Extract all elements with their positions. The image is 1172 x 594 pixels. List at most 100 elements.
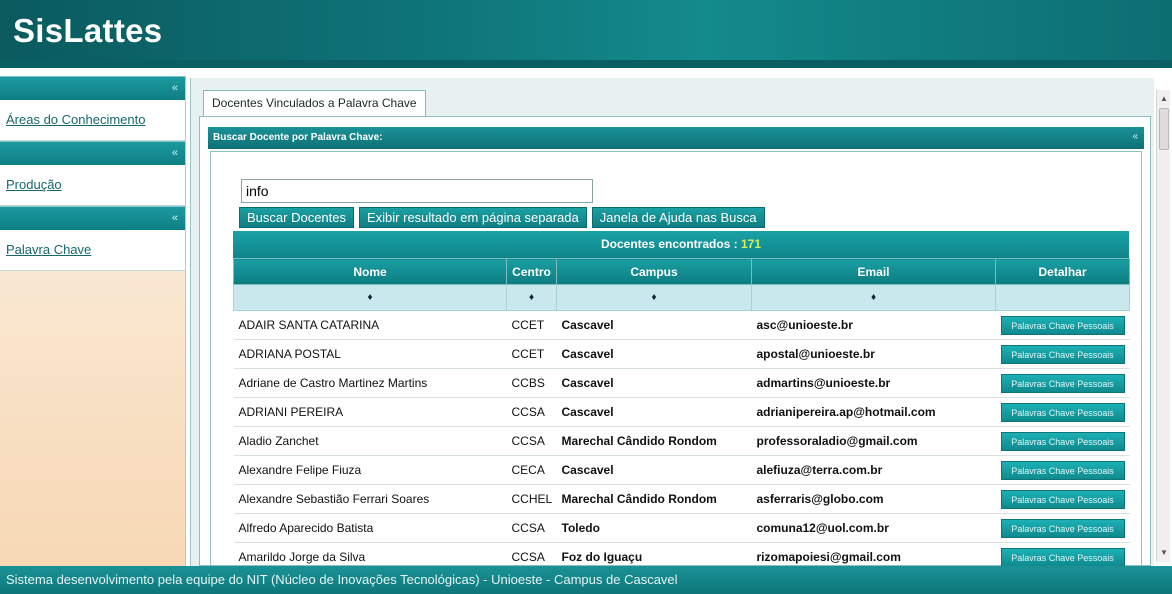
table-row: Alexandre Felipe Fiuza CECA Cascavel alefiu…	[233, 455, 1130, 485]
sort-campus-icon[interactable]: ♦	[556, 284, 752, 311]
cell-detalhar: Palavras Chave Pessoais	[995, 484, 1130, 514]
cell-email: asferraris@globo.com	[751, 484, 996, 514]
cell-campus: Cascavel	[556, 310, 752, 340]
table-row: ADRIANI PEREIRA CCSA Cascavel adrianipereir…	[233, 397, 1130, 427]
keyword-search-input[interactable]	[241, 179, 593, 203]
column-header-detalhar: Detalhar	[995, 258, 1130, 285]
cell-centro: CCBS	[506, 368, 557, 398]
results-caption-label: Docentes encontrados :	[600, 237, 741, 251]
app-footer: Sistema desenvolvimento pela equipe do N…	[0, 566, 1172, 594]
cell-centro: CECA	[506, 455, 557, 485]
table-header-row: Nome Centro Campus Email Detalhar	[233, 258, 1130, 285]
table-row: ADAIR SANTA CATARINA CCET Cascavel asc@unio…	[233, 310, 1130, 340]
cell-email: professoraladio@gmail.com	[751, 426, 996, 456]
cell-campus: Toledo	[556, 513, 752, 543]
cell-email: admartins@unioeste.br	[751, 368, 996, 398]
personal-keywords-button[interactable]: Palavras Chave Pessoais	[1000, 373, 1125, 393]
separate-page-button[interactable]: Exibir resultado em página separada	[359, 207, 587, 228]
sort-row: ♦ ♦ ♦ ♦	[233, 284, 1130, 311]
cell-campus: Cascavel	[556, 397, 752, 427]
app-header: SisLattes	[0, 0, 1172, 68]
personal-keywords-button[interactable]: Palavras Chave Pessoais	[1000, 315, 1125, 335]
search-panel-header: Buscar Docente por Palavra Chave: «	[208, 127, 1144, 149]
cell-campus: Cascavel	[556, 339, 752, 369]
app-window: SisLattes « Áreas do Conhecimento « Prod…	[0, 0, 1172, 594]
scroll-down-icon[interactable]: ▼	[1157, 546, 1171, 560]
cell-nome: Alexandre Felipe Fiuza	[233, 455, 507, 485]
cell-nome: Adriane de Castro Martinez Martins	[233, 368, 507, 398]
cell-centro: CCSA	[506, 397, 557, 427]
cell-detalhar: Palavras Chave Pessoais	[995, 513, 1130, 543]
sidebar-section-header[interactable]: «	[0, 141, 185, 165]
cell-campus: Cascavel	[556, 455, 752, 485]
cell-campus: Marechal Cândido Rondom	[556, 426, 752, 456]
sidebar-section-header[interactable]: «	[0, 206, 185, 230]
cell-detalhar: Palavras Chave Pessoais	[995, 310, 1130, 340]
personal-keywords-button[interactable]: Palavras Chave Pessoais	[1000, 547, 1125, 567]
search-docentes-button[interactable]: Buscar Docentes	[239, 207, 354, 228]
cell-detalhar: Palavras Chave Pessoais	[995, 455, 1130, 485]
sort-empty-cell	[995, 284, 1130, 311]
main-content: Docentes Vinculados a Palavra Chave Busc…	[190, 78, 1154, 571]
sidebar: « Áreas do Conhecimento « Produção « Pal…	[0, 76, 186, 566]
results-table-container: Docentes encontrados : 171 Nome Centro C…	[233, 231, 1130, 571]
scrollbar-thumb[interactable]	[1159, 108, 1169, 150]
cell-email: comuna12@uol.com.br	[751, 513, 996, 543]
sidebar-section-header[interactable]: «	[0, 76, 185, 100]
sort-email-icon[interactable]: ♦	[751, 284, 996, 311]
personal-keywords-button[interactable]: Palavras Chave Pessoais	[1000, 344, 1125, 364]
tab-docentes-palavra-chave[interactable]: Docentes Vinculados a Palavra Chave	[203, 90, 426, 116]
cell-nome: Alfredo Aparecido Batista	[233, 513, 507, 543]
sidebar-section-areas: « Áreas do Conhecimento	[0, 76, 185, 141]
cell-campus: Marechal Cândido Rondom	[556, 484, 752, 514]
personal-keywords-button[interactable]: Palavras Chave Pessoais	[1000, 460, 1125, 480]
column-header-email[interactable]: Email	[751, 258, 996, 285]
cell-centro: CCET	[506, 310, 557, 340]
cell-nome: ADRIANI PEREIRA	[233, 397, 507, 427]
sort-nome-icon[interactable]: ♦	[233, 284, 507, 311]
personal-keywords-button[interactable]: Palavras Chave Pessoais	[1000, 518, 1125, 538]
results-table: Nome Centro Campus Email Detalhar ♦ ♦ ♦ …	[233, 258, 1130, 571]
vertical-scrollbar[interactable]: ▲ ▼	[1156, 90, 1170, 562]
help-window-button[interactable]: Janela de Ajuda nas Busca	[591, 207, 765, 228]
search-panel-title: Buscar Docente por Palavra Chave:	[213, 132, 383, 143]
cell-email: alefiuza@terra.com.br	[751, 455, 996, 485]
collapse-chevron-icon[interactable]: «	[172, 212, 178, 224]
scroll-up-icon[interactable]: ▲	[1157, 92, 1171, 106]
column-header-centro[interactable]: Centro	[506, 258, 557, 285]
cell-centro: CCHEL	[506, 484, 557, 514]
personal-keywords-button[interactable]: Palavras Chave Pessoais	[1000, 431, 1125, 451]
sidebar-item-palavra-chave[interactable]: Palavra Chave	[0, 230, 185, 270]
cell-centro: CCET	[506, 339, 557, 369]
cell-nome: ADAIR SANTA CATARINA	[233, 310, 507, 340]
results-count: 171	[741, 237, 762, 251]
collapse-chevron-icon[interactable]: «	[172, 147, 178, 159]
results-caption: Docentes encontrados : 171	[233, 231, 1129, 258]
sort-centro-icon[interactable]: ♦	[506, 284, 557, 311]
collapse-chevron-icon[interactable]: «	[172, 82, 178, 94]
sidebar-item-producao[interactable]: Produção	[0, 165, 185, 205]
cell-nome: Alexandre Sebastião Ferrari Soares	[233, 484, 507, 514]
personal-keywords-button[interactable]: Palavras Chave Pessoais	[1000, 402, 1125, 422]
table-row: ADRIANA POSTAL CCET Cascavel apostal@unioes…	[233, 339, 1130, 369]
sidebar-section-producao: « Produção	[0, 141, 185, 206]
table-row: Alfredo Aparecido Batista CCSA Toledo comun…	[233, 513, 1130, 543]
cell-email: asc@unioeste.br	[751, 310, 996, 340]
results-body: ADAIR SANTA CATARINA CCET Cascavel asc@unio…	[233, 310, 1130, 571]
cell-email: apostal@unioeste.br	[751, 339, 996, 369]
panel-collapse-chevron-icon[interactable]: «	[1132, 131, 1138, 142]
cell-detalhar: Palavras Chave Pessoais	[995, 426, 1130, 456]
footer-text: Sistema desenvolvimento pela equipe do N…	[6, 572, 678, 587]
personal-keywords-button[interactable]: Palavras Chave Pessoais	[1000, 489, 1125, 509]
sidebar-section-palavra-chave: « Palavra Chave	[0, 206, 185, 271]
cell-campus: Cascavel	[556, 368, 752, 398]
table-row: Alexandre Sebastião Ferrari Soares CCHEL M…	[233, 484, 1130, 514]
app-logo: SisLattes	[13, 12, 163, 49]
cell-centro: CCSA	[506, 513, 557, 543]
cell-nome: ADRIANA POSTAL	[233, 339, 507, 369]
cell-nome: Aladio Zanchet	[233, 426, 507, 456]
sidebar-item-areas[interactable]: Áreas do Conhecimento	[0, 100, 185, 140]
cell-detalhar: Palavras Chave Pessoais	[995, 368, 1130, 398]
column-header-nome[interactable]: Nome	[233, 258, 507, 285]
column-header-campus[interactable]: Campus	[556, 258, 752, 285]
